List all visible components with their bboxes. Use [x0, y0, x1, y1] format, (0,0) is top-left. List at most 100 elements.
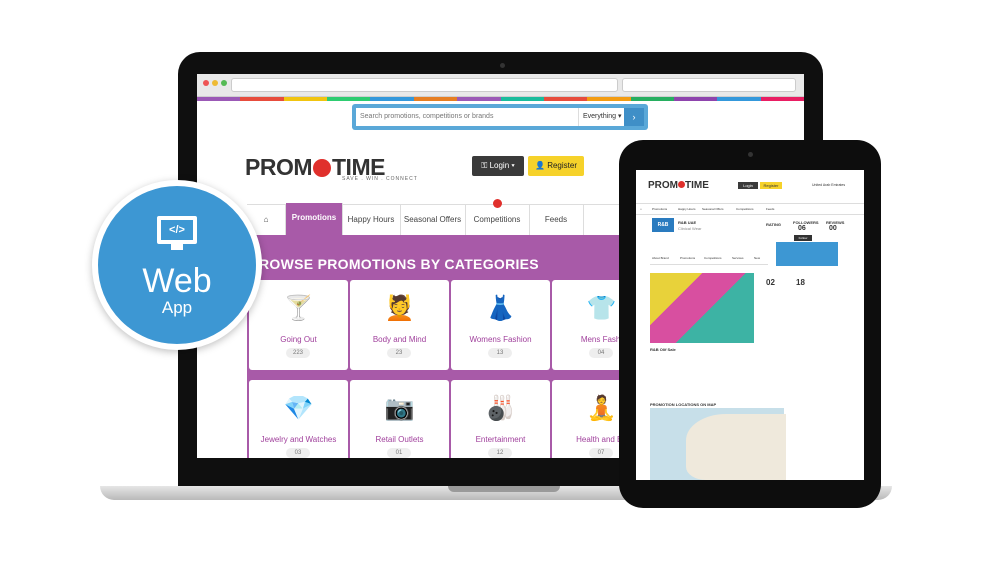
search-input[interactable]: Search promotions, competitions or brand…	[356, 108, 578, 126]
category-label: Going Out	[280, 335, 317, 344]
code-monitor-icon: </>	[157, 216, 197, 244]
login-button[interactable]: ⚿ Login ▾	[472, 156, 524, 176]
logo-tag-icon	[313, 159, 331, 177]
map-land	[686, 414, 786, 480]
key-icon: ⚿	[481, 161, 488, 170]
laptop-notch	[448, 486, 560, 492]
stripe-segment	[327, 97, 371, 101]
category-count: 07	[589, 448, 613, 458]
category-count: 23	[387, 348, 411, 358]
browser-search-bar[interactable]	[622, 78, 796, 92]
category-count: 13	[488, 348, 512, 358]
tablet-register-button[interactable]: Register	[760, 182, 782, 189]
date-from: 02	[766, 278, 775, 287]
category-label: Entertainment	[475, 435, 526, 444]
category-card[interactable]: 📷 Retail Outlets 01	[350, 380, 449, 458]
login-label: Login	[489, 161, 510, 170]
tablet-tab-happy-hours[interactable]: Happy Hours	[678, 207, 696, 211]
tablet-tab-competitions[interactable]: Competitions	[736, 207, 754, 211]
stripe-segment	[717, 97, 761, 101]
followers-count: 06	[798, 225, 806, 232]
bowling-icon: 🎳	[485, 395, 516, 422]
promotion-map[interactable]	[650, 408, 786, 480]
tab-services[interactable]: Services	[732, 256, 744, 260]
stripe-segment	[197, 97, 241, 101]
maximize-window-icon[interactable]	[221, 80, 227, 86]
tablet-camera	[748, 152, 753, 157]
category-count: 223	[286, 348, 310, 358]
tab-new[interactable]: New	[754, 256, 760, 260]
tablet-tab-promotions[interactable]: Promotions	[652, 207, 667, 211]
site-search-bar: Search promotions, competitions or brand…	[352, 104, 648, 130]
close-window-icon[interactable]	[203, 80, 209, 86]
stripe-segment	[500, 97, 544, 101]
stripe-segment	[630, 97, 674, 101]
tablet-logo-tag-icon	[678, 181, 685, 188]
search-scope-select[interactable]: Everything ▾	[578, 108, 624, 126]
register-button[interactable]: 👤 Register	[528, 156, 584, 176]
category-card[interactable]: 💎 Jewelry and Watches 03	[249, 380, 348, 458]
category-label: Womens Fashion	[469, 335, 532, 344]
promotion-photo	[650, 273, 754, 343]
tab-happy-hours[interactable]: Happy Hours	[342, 205, 401, 235]
tab-seasonal-offers[interactable]: Seasonal Offers	[400, 205, 466, 235]
tab-brand-competitions[interactable]: Competitions	[704, 256, 722, 260]
arrow-right-icon: ›	[632, 112, 636, 122]
tab-about-brand[interactable]: About Brand	[652, 256, 669, 260]
tab-competitions[interactable]: Competitions	[465, 205, 530, 235]
tagline: SAVE . WIN . CONNECT	[342, 176, 418, 182]
stripe-segment	[240, 97, 284, 101]
tablet-tab-feeds[interactable]: Feeds	[766, 207, 774, 211]
follow-button[interactable]: Follow	[794, 235, 812, 241]
tab-brand-promotions[interactable]: Promotions	[680, 256, 695, 260]
category-card[interactable]: 👗 Womens Fashion 13	[451, 280, 550, 370]
stripe-segment	[543, 97, 588, 101]
tab-feeds[interactable]: Feeds	[529, 205, 584, 235]
tablet-logo-right: TIME	[685, 180, 709, 191]
info-tooltip	[776, 242, 838, 266]
dress-icon: 👗	[485, 295, 516, 322]
tab-promotions[interactable]: Promotions	[286, 203, 343, 235]
stripe-segment	[760, 97, 804, 101]
category-card[interactable]: 🍸 Going Out 223	[249, 280, 348, 370]
address-bar[interactable]	[231, 78, 618, 92]
stripe-segment	[283, 97, 328, 101]
badge-subtitle: App	[161, 298, 193, 317]
brand-logo: R&B	[652, 218, 674, 232]
category-label: Body and Mind	[372, 335, 427, 344]
promotion-title: R&B Olif Sale	[650, 347, 676, 352]
laptop-camera	[500, 63, 505, 68]
cocktail-icon: 🍸	[283, 295, 314, 322]
tablet-login-button[interactable]: Login	[738, 182, 758, 189]
category-count: 12	[488, 448, 512, 458]
competitions-new-badge	[493, 199, 502, 208]
locations-heading: PROMOTION LOCATIONS ON MAP	[650, 402, 717, 407]
browse-heading: ROWSE PROMOTIONS BY CATEGORIES	[259, 256, 539, 272]
tablet-home-icon[interactable]: ⌂	[640, 207, 642, 211]
category-card[interactable]: 💆 Body and Mind 23	[350, 280, 449, 370]
reviews-count: 00	[829, 225, 837, 232]
category-count: 04	[589, 348, 613, 358]
minimize-window-icon[interactable]	[212, 80, 218, 86]
stripe-segment	[413, 97, 458, 101]
tablet-logo-left: PROM	[648, 180, 678, 191]
browser-toolbar	[197, 74, 804, 97]
search-scope-label: Everything	[583, 113, 617, 120]
category-count: 03	[286, 448, 310, 458]
search-go-button[interactable]: ›	[624, 108, 644, 126]
tablet-country[interactable]: United Arab Emirates	[812, 183, 845, 187]
tablet-logo[interactable]: PROM TIME	[648, 180, 709, 191]
brand-name: R&B UAE	[678, 220, 697, 225]
web-app-badge: </> Web App	[92, 180, 262, 350]
date-to: 18	[796, 278, 805, 287]
register-label: Register	[547, 161, 577, 170]
stripe-segment	[370, 97, 414, 101]
category-label: Jewelry and Watches	[260, 435, 337, 444]
category-card[interactable]: 🎳 Entertainment 12	[451, 380, 550, 458]
stripe-segment	[673, 97, 718, 101]
monitor-stand	[171, 244, 183, 250]
user-add-icon: 👤	[535, 161, 545, 170]
tablet-screen: PROM TIME Login Register United Arab Emir…	[636, 170, 864, 480]
tablet-tab-seasonal[interactable]: Seasonal Offers	[702, 207, 723, 211]
stripe-segment	[587, 97, 631, 101]
